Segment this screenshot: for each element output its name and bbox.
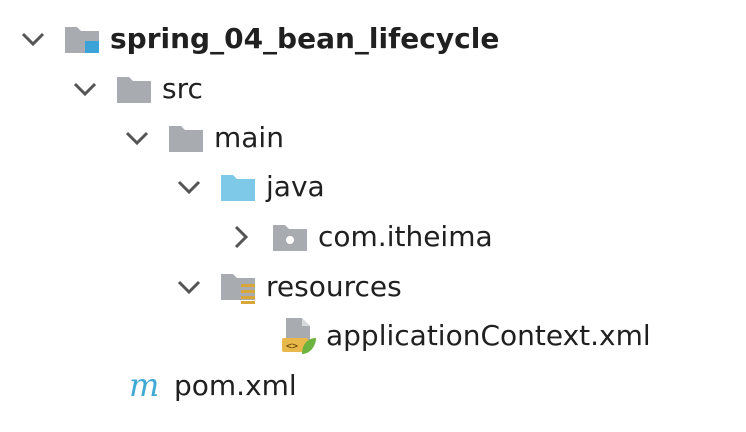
spring-xml-file-icon: <>	[278, 317, 318, 355]
chevron-down-icon[interactable]	[18, 24, 48, 54]
tree-item-label: java	[266, 170, 325, 203]
tree-item-label: resources	[266, 270, 402, 303]
tree-row-resources[interactable]: resources	[174, 262, 402, 312]
tree-row-package[interactable]: com.itheima	[226, 212, 493, 262]
folder-icon	[166, 119, 206, 157]
folder-icon	[114, 70, 154, 108]
resources-folder-icon	[218, 268, 258, 306]
svg-text:<>: <>	[286, 341, 298, 352]
chevron-down-icon[interactable]	[174, 272, 204, 302]
tree-item-label: pom.xml	[174, 369, 297, 402]
project-tree: spring_04_bean_lifecycle src main java c…	[0, 0, 746, 432]
tree-row-main[interactable]: main	[122, 113, 284, 163]
chevron-down-icon[interactable]	[122, 123, 152, 153]
tree-row-app-context[interactable]: <> applicationContext.xml	[270, 311, 651, 361]
source-root-folder-icon	[218, 168, 258, 206]
tree-row-pom[interactable]: m pom.xml	[126, 361, 297, 411]
tree-item-label: applicationContext.xml	[326, 319, 651, 352]
maven-icon: m	[126, 367, 166, 405]
chevron-down-icon[interactable]	[174, 172, 204, 202]
chevron-right-icon[interactable]	[226, 222, 256, 252]
tree-row-src[interactable]: src	[70, 64, 203, 114]
tree-item-label: src	[162, 72, 203, 105]
tree-row-java[interactable]: java	[174, 162, 325, 212]
tree-item-label: main	[214, 121, 284, 154]
tree-item-label: spring_04_bean_lifecycle	[110, 22, 500, 55]
chevron-down-icon[interactable]	[70, 74, 100, 104]
package-icon	[270, 218, 310, 256]
tree-row-project[interactable]: spring_04_bean_lifecycle	[18, 14, 499, 64]
tree-item-label: com.itheima	[318, 220, 493, 253]
module-folder-icon	[62, 20, 102, 58]
svg-text:m: m	[129, 369, 159, 403]
